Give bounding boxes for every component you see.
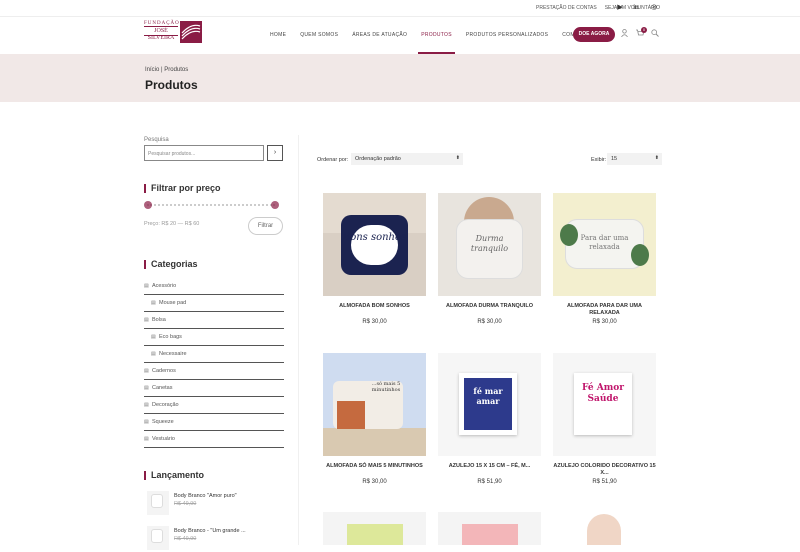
product-image[interactable]: Bons sonhos [323,193,426,296]
order-select-value: Ordenação padrão [355,156,401,162]
product-price: R$ 51,90 [592,479,617,485]
launch-item[interactable]: Body Branco "Amor puro" R$ 49,90 [147,491,277,517]
search-input[interactable]: Pesquisar produtos... [144,145,264,161]
nav-produtos-personalizados[interactable]: PRODUTOS PERSONALIZADOS [466,32,548,38]
launch-item-image[interactable] [147,491,169,515]
category-item[interactable]: Canetas [144,380,284,397]
sidebar-divider [298,135,299,545]
product-art-text: fé mar amar [473,386,503,406]
category-item[interactable]: Eco bags [144,329,284,346]
price-range-text: Preço: R$ 20 — R$ 60 [144,221,200,227]
product-art-text: Para dar uma relaxada [580,234,629,251]
price-slider-min-handle[interactable] [144,201,152,209]
nav-quem-somos[interactable]: QUEM SOMOS [300,32,338,38]
price-filter-title: Filtrar por preço [144,184,221,193]
product-art-text: Fé Amor Saúde [581,383,624,404]
product-art-text: Bons sonhos [342,232,407,243]
category-item[interactable]: Vestuário [144,431,284,448]
category-item[interactable]: Necessaire [144,346,284,363]
product-art-text: Durma tranquilo [470,234,509,253]
categories-title: Categorias [144,260,198,269]
youtube-icon[interactable]: ▶ [615,3,625,13]
launch-item-name[interactable]: Body Branco - "Um grande ... [174,528,246,534]
product-image[interactable] [323,512,426,545]
per-page-select-value: 15 [611,156,618,162]
nav-areas-atuacao[interactable]: ÁREAS DE ATUAÇÃO [352,32,407,38]
product-price: R$ 30,00 [592,319,617,325]
logo-line-3: SILVEIRA [147,35,175,41]
product-title[interactable]: ALMOFADA BOM SONHOS [323,303,426,310]
page-title: Produtos [145,78,198,92]
show-label: Exibir: [591,157,607,163]
product-title[interactable]: AZULEJO COLORIDO DECORATIVO 15 X... [553,463,656,477]
product-image[interactable] [553,512,656,545]
price-slider-track[interactable] [147,204,275,206]
category-item[interactable]: Decoração [144,397,284,414]
page-banner: Início | Produtos Produtos [0,54,800,102]
product-image[interactable]: Fé Amor Saúde [553,353,656,456]
product-image[interactable]: fé mar amar [438,353,541,456]
price-slider-max-handle[interactable] [271,201,279,209]
search-submit-button[interactable]: › [267,145,283,161]
top-bar: PRESTAÇÃO DE CONTAS SEJA UM VOLUNTÁRIO ▶… [0,0,800,17]
main-header: FUNDAÇÃO JOSÉ SILVEIRA HOME QUEM SOMOS Á… [0,17,800,54]
linkedin-icon[interactable]: in [631,3,641,13]
product-image[interactable]: ...só mais 5 minutinhos [323,353,426,456]
product-title[interactable]: ALMOFADA SÓ MAIS 5 MINUTINHOS [323,463,426,470]
main-nav: HOME QUEM SOMOS ÁREAS DE ATUAÇÃO PRODUTO… [270,32,616,54]
product-art-text: ...só mais 5 minutinhos [371,381,401,393]
launches-title: Lançamento [144,471,204,480]
product-image[interactable]: Durma tranquilo [438,193,541,296]
top-links: PRESTAÇÃO DE CONTAS SEJA UM VOLUNTÁRIO [536,5,660,11]
instagram-icon[interactable]: ◎ [649,3,659,13]
product-price: R$ 30,00 [362,479,387,485]
filter-button[interactable]: Filtrar [248,217,283,235]
select-arrows-icon: ⬍ [455,155,460,161]
logo-mark-icon [180,21,202,43]
product-title[interactable]: ALMOFADA PARA DAR UMA RELAXADA [553,303,656,317]
product-title[interactable]: ALMOFADA DURMA TRANQUILO [438,303,541,310]
logo[interactable]: FUNDAÇÃO JOSÉ SILVEIRA [144,21,202,43]
order-label: Ordenar por: [317,157,349,163]
product-price: R$ 51,90 [477,479,502,485]
product-title[interactable]: AZULEJO 15 X 15 CM – FÉ, M... [438,463,541,470]
product-price: R$ 30,00 [362,319,387,325]
category-item[interactable]: Cadernos [144,363,284,380]
category-item[interactable]: Mouse pad [144,295,284,312]
order-select[interactable]: Ordenação padrão ⬍ [351,153,463,165]
category-item[interactable]: Squeeze [144,414,284,431]
launch-item-price: R$ 49,90 [174,536,197,542]
launch-item-name[interactable]: Body Branco "Amor puro" [174,493,237,499]
breadcrumb[interactable]: Início | Produtos [145,67,188,73]
nav-home[interactable]: HOME [270,32,286,38]
nav-produtos[interactable]: PRODUTOS [418,32,455,54]
select-arrows-icon: ⬍ [654,155,659,161]
category-item[interactable]: Acessório [144,278,284,295]
launch-item[interactable]: Body Branco - "Um grande ... R$ 49,90 [147,526,277,552]
link-prestacao-contas[interactable]: PRESTAÇÃO DE CONTAS [536,5,597,11]
product-price: R$ 30,00 [477,319,502,325]
cart-count-badge: 0 [641,27,647,33]
per-page-select[interactable]: 15 ⬍ [607,153,662,165]
donate-button[interactable]: DOE AGORA [573,27,615,42]
search-icon[interactable] [651,29,659,39]
launch-item-price: R$ 49,90 [174,501,197,507]
user-icon[interactable] [621,29,628,39]
product-image[interactable]: Para dar uma relaxada [553,193,656,296]
launch-item-image[interactable] [147,526,169,550]
category-item[interactable]: Bolsa [144,312,284,329]
search-label: Pesquisa [144,137,169,143]
product-image[interactable] [438,512,541,545]
